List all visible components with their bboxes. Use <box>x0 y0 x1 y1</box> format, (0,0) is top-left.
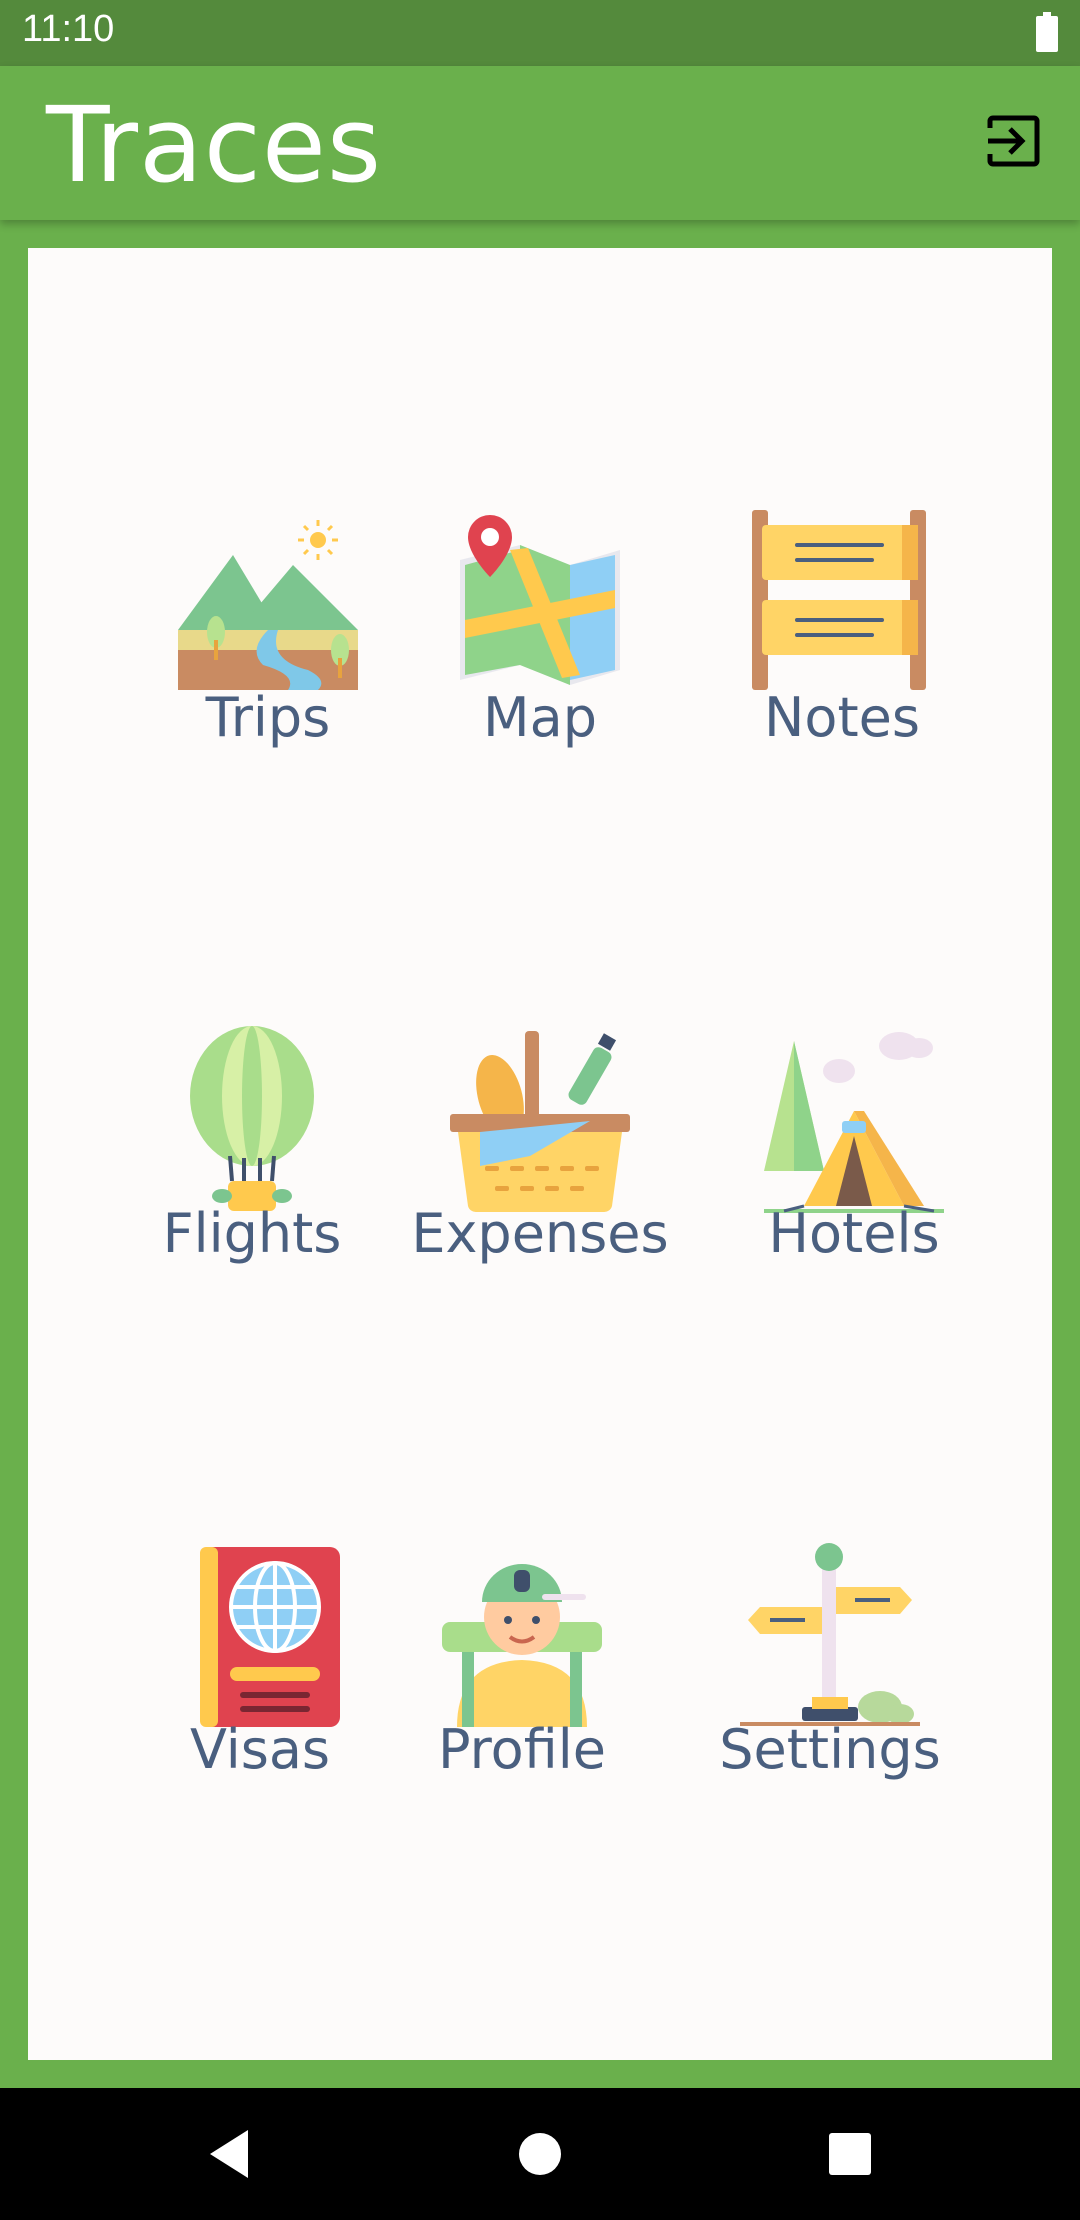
hotels-tile[interactable]: Hotels <box>704 1026 1004 1296</box>
tile-label-map: Map <box>483 686 597 749</box>
tile-label-profile: Profile <box>438 1718 606 1781</box>
logout-icon[interactable] <box>984 112 1042 170</box>
map-tile[interactable]: Map <box>390 510 690 780</box>
flights-tile[interactable]: Flights <box>102 1026 402 1296</box>
picnic-basket-icon <box>450 1031 630 1213</box>
mountains-icon <box>178 520 358 690</box>
back-icon[interactable] <box>200 2124 260 2184</box>
tile-label-trips: Trips <box>205 686 331 749</box>
status-time: 11:10 <box>22 8 115 50</box>
battery-full-icon <box>1036 12 1058 52</box>
app-bar: Traces <box>0 66 1080 220</box>
status-bar: 11:10 <box>0 0 1080 66</box>
signpost-icon <box>740 1543 920 1726</box>
passport-icon <box>200 1547 340 1727</box>
menu-grid: Trips Map Notes Flights Expenses Hotels … <box>28 248 1052 2060</box>
visas-tile[interactable]: Visas <box>110 1542 410 1812</box>
navigation-bar <box>0 2088 1080 2220</box>
settings-tile[interactable]: Settings <box>680 1542 980 1812</box>
map-icon <box>460 515 620 685</box>
tile-label-hotels: Hotels <box>768 1202 940 1265</box>
tile-label-notes: Notes <box>764 686 920 749</box>
tent-icon <box>764 1032 944 1213</box>
tile-label-visas: Visas <box>189 1718 331 1781</box>
home-icon[interactable] <box>510 2124 570 2184</box>
tile-label-flights: Flights <box>162 1202 342 1265</box>
trips-tile[interactable]: Trips <box>118 510 418 780</box>
tile-label-expenses: Expenses <box>411 1202 669 1265</box>
expenses-tile[interactable]: Expenses <box>390 1026 690 1296</box>
hot-air-balloon-icon <box>190 1026 314 1211</box>
notes-board-icon <box>752 510 926 690</box>
page-title: Traces <box>46 84 383 206</box>
recents-icon[interactable] <box>820 2124 880 2184</box>
profile-tile[interactable]: Profile <box>372 1542 672 1812</box>
tile-label-settings: Settings <box>719 1718 941 1781</box>
notes-tile[interactable]: Notes <box>692 510 992 780</box>
traveler-icon <box>442 1564 602 1727</box>
